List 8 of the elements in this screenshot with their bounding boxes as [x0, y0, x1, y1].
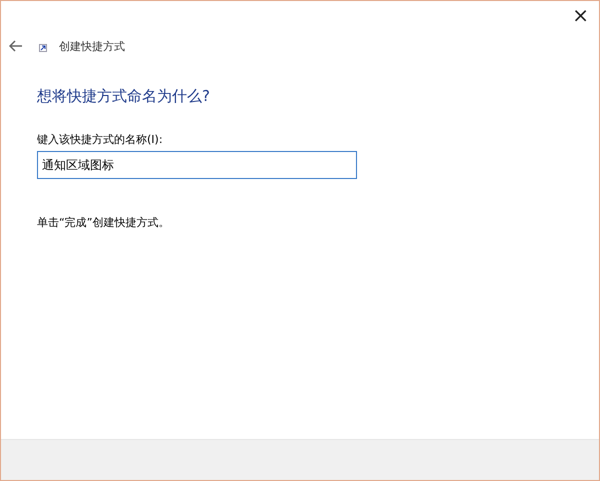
window-title: 创建快捷方式 — [59, 38, 125, 54]
field-label: 键入该快捷方式的名称(I): — [37, 132, 163, 147]
page-heading: 想将快捷方式命名为什么? — [37, 87, 210, 106]
name-input-field[interactable]: 通知区域图标 — [37, 151, 357, 179]
back-arrow-icon[interactable] — [9, 40, 23, 52]
instruction-text: 单击“完成”创建快捷方式。 — [37, 215, 170, 230]
shortcut-icon — [39, 44, 47, 52]
close-button[interactable]: × — [562, 1, 599, 31]
